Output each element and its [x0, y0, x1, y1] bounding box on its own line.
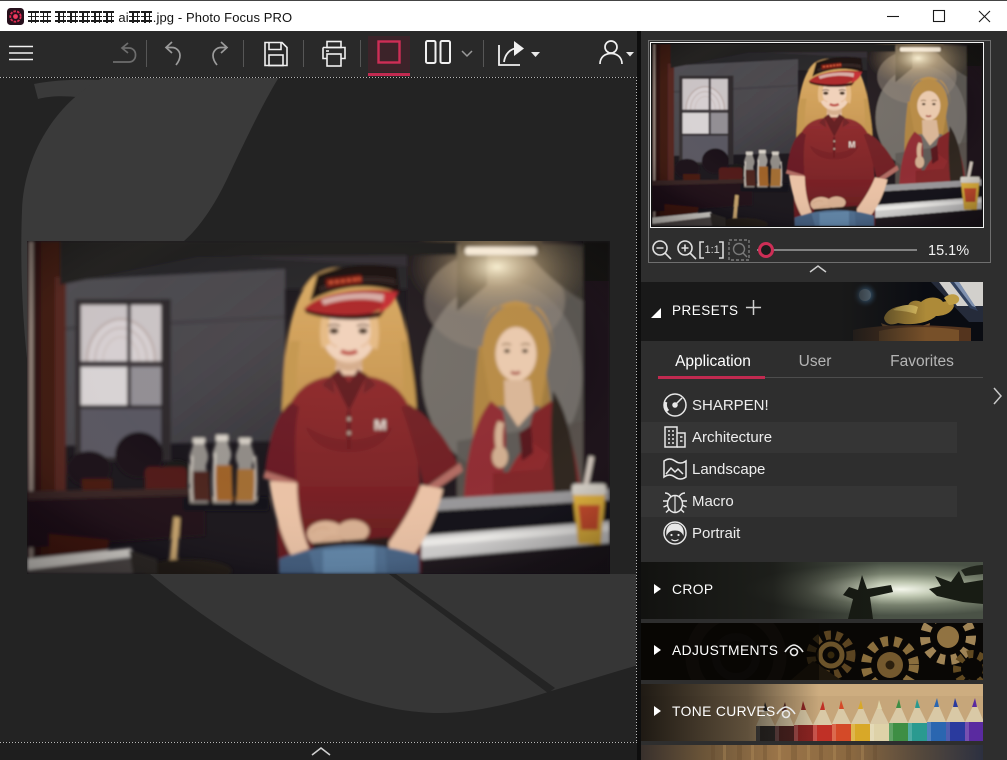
svg-text:15.1%: 15.1% — [928, 243, 969, 259]
svg-text:1:1: 1:1 — [705, 244, 720, 256]
